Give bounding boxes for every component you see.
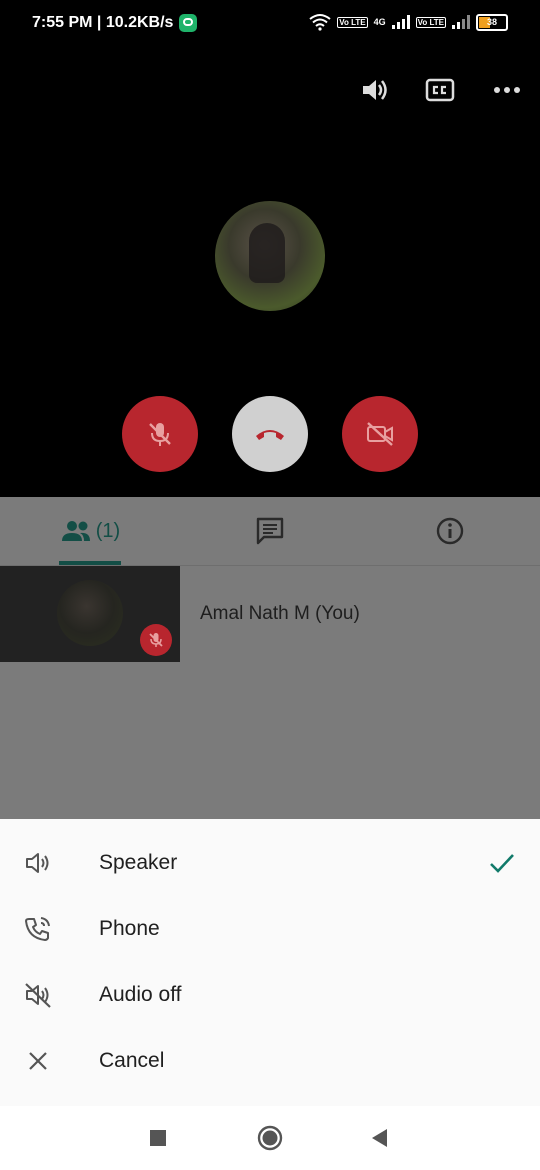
recents-icon[interactable] [144,1124,172,1152]
volte-badge-2: Vo LTE [415,16,446,28]
participant-name: Amal Nath M (You) [200,603,360,624]
chat-icon [256,517,284,545]
panel-tabs: (1) [0,497,540,566]
network-type: 4G [373,17,386,27]
tab-people[interactable]: (1) [55,497,125,565]
people-icon [61,521,90,541]
tab-indicator [59,561,121,565]
audio-option-phone[interactable]: Phone [0,896,540,962]
status-right: Vo LTE 4G Vo LTE 38 [309,13,508,31]
audio-off-icon [25,983,51,1008]
system-nav-bar [0,1106,540,1170]
speaker-icon [26,853,49,873]
volte-badge: Vo LTE [337,16,368,28]
people-count: (1) [95,519,121,542]
status-left: 7:55 PM | 10.2KB/s [32,14,198,32]
battery-icon: 38 [476,13,508,31]
status-bar: 7:55 PM | 10.2KB/s Vo LTE 4G Vo LTE 38 [0,0,540,48]
audio-option-label: Cancel [99,1049,165,1072]
battery-level: 38 [486,16,497,27]
participant-avatar [57,580,123,646]
back-icon[interactable] [366,1124,394,1152]
status-time: 7:55 PM | 10.2KB/s [32,14,174,31]
mute-mic-button[interactable] [122,396,198,472]
check-icon [490,854,514,873]
mic-off-icon [149,423,171,446]
captions-icon[interactable] [424,74,456,106]
phone-icon [25,917,50,941]
audio-option-label: Speaker [99,851,178,874]
participant-muted-badge [140,624,172,656]
more-options-icon[interactable] [491,74,523,106]
tab-chat[interactable] [240,497,300,565]
signal-icon-2 [452,15,470,29]
participants-panel: (1) Amal Nath M (You) [0,497,540,819]
close-icon [29,1052,47,1070]
audio-option-cancel[interactable]: Cancel [0,1028,540,1094]
chat-app-icon [179,14,198,32]
audio-output-sheet: Speaker Phone Audio off Cancel [0,819,540,1106]
signal-icon [391,15,410,29]
hang-up-icon [256,430,284,440]
video-area [0,48,540,497]
home-icon[interactable] [256,1124,284,1152]
wifi-icon [309,14,331,31]
participant-tile[interactable] [0,566,180,662]
video-off-icon [367,422,393,446]
audio-option-off[interactable]: Audio off [0,962,540,1028]
audio-option-label: Phone [99,917,160,940]
speaker-icon[interactable] [358,74,390,106]
camera-off-button[interactable] [342,396,418,472]
audio-option-label: Audio off [99,983,182,1006]
audio-option-speaker[interactable]: Speaker [0,830,540,896]
info-icon [436,517,464,545]
mic-off-icon [149,633,163,647]
user-avatar-large [215,201,325,311]
tab-info[interactable] [420,497,480,565]
end-call-button[interactable] [232,396,308,472]
